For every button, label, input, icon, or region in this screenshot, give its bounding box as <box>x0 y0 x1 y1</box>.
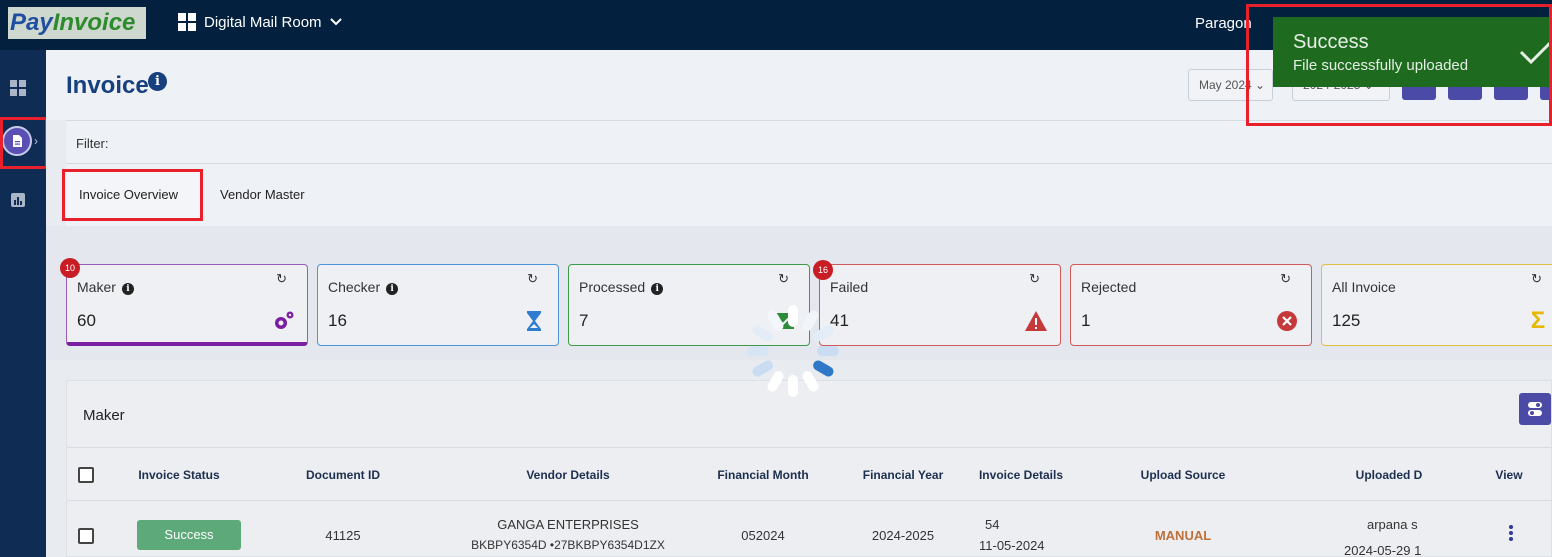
card-value: 16 <box>328 311 347 330</box>
info-icon[interactable]: i <box>121 283 134 295</box>
col-upload-source[interactable]: Upload Source <box>1141 468 1226 482</box>
financial-year: 2024-2025 <box>871 528 935 543</box>
refresh-icon[interactable]: ↻ <box>1029 271 1040 287</box>
status-badge: Success <box>137 520 241 550</box>
vendor-ids: BKBPY6354D •27BKBPY6354D1ZX <box>471 538 665 552</box>
col-financial-month[interactable]: Financial Month <box>717 468 808 482</box>
more-vertical-icon[interactable] <box>1509 525 1513 541</box>
col-invoice-details[interactable]: Invoice Details <box>979 468 1063 482</box>
grid-icon <box>178 13 196 31</box>
table-row: Success 41125 GANGA ENTERPRISES BKBPY635… <box>67 501 1552 557</box>
card-failed[interactable]: Failed ↻ 41 <box>819 264 1061 346</box>
vendor-name: GANGA ENTERPRISES <box>497 517 639 532</box>
card-value: 1 <box>1081 311 1091 330</box>
gears-icon <box>275 311 294 329</box>
card-value: 7 <box>579 311 589 330</box>
upload-source: MANUAL <box>1154 528 1212 543</box>
card-all-invoice[interactable]: All Invoice ↻ 125 Σ <box>1321 264 1552 346</box>
card-value: 60 <box>77 311 96 330</box>
card-value: 125 <box>1332 311 1361 330</box>
tab-bar: Invoice Overview Vendor Master <box>66 164 1552 226</box>
invoice-number: 54 <box>985 517 1000 532</box>
column-toggle-button[interactable] <box>1519 393 1551 425</box>
refresh-icon[interactable]: ↻ <box>527 271 538 287</box>
col-view[interactable]: View <box>1495 468 1522 482</box>
tab-vendor-master[interactable]: Vendor Master <box>220 187 305 202</box>
module-switcher[interactable]: Digital Mail Room <box>178 13 342 31</box>
info-icon[interactable]: i <box>651 283 664 295</box>
col-invoice-status[interactable]: Invoice Status <box>138 468 219 482</box>
page-title: Invoice <box>66 72 149 99</box>
highlight-invoice-overview-tab <box>62 169 203 221</box>
col-uploaded-date[interactable]: Uploaded D <box>1356 468 1423 482</box>
maker-table-card: Maker Invoice Status Document ID Vendor … <box>66 380 1552 557</box>
table-header: Invoice Status Document ID Vendor Detail… <box>67 447 1552 501</box>
financial-month: 052024 <box>741 528 785 543</box>
card-checker[interactable]: Checker i ↻ 16 <box>317 264 559 346</box>
sigma-icon: Σ <box>1530 307 1546 334</box>
toggle-icon <box>1528 402 1542 416</box>
uploaded-date: 2024-05-29 1 <box>1344 543 1422 557</box>
payinvoice-logo[interactable]: Pay Invoice <box>8 7 146 39</box>
refresh-icon[interactable]: ↻ <box>1280 271 1291 287</box>
card-maker[interactable]: Maker i ↻ 60 <box>66 264 308 346</box>
select-all-checkbox[interactable] <box>78 467 94 483</box>
refresh-icon[interactable]: ↻ <box>1531 271 1542 287</box>
failed-count-badge: 16 <box>813 260 833 280</box>
card-rejected[interactable]: Rejected ↻ 1 <box>1070 264 1312 346</box>
maker-count-badge: 10 <box>60 258 80 278</box>
refresh-icon[interactable]: ↻ <box>778 271 789 287</box>
row-checkbox[interactable] <box>78 528 94 544</box>
chevron-down-icon <box>329 18 342 26</box>
filter-bar: Filter: <box>66 120 1552 164</box>
uploaded-by: arpana s <box>1367 517 1418 532</box>
module-label: Digital Mail Room <box>204 13 322 31</box>
dashboard-icon[interactable] <box>10 80 26 96</box>
invoice-date: 11-05-2024 <box>979 538 1045 553</box>
table-title: Maker <box>83 407 125 424</box>
document-id: 41125 <box>325 528 361 543</box>
loading-spinner-icon <box>747 305 839 397</box>
info-icon[interactable]: i <box>148 72 167 91</box>
col-financial-year[interactable]: Financial Year <box>863 468 944 482</box>
col-vendor-details[interactable]: Vendor Details <box>526 468 609 482</box>
col-document-id[interactable]: Document ID <box>306 468 380 482</box>
info-icon[interactable]: i <box>386 283 399 295</box>
highlight-sidebar-document <box>0 117 48 169</box>
refresh-icon[interactable]: ↻ <box>276 271 287 287</box>
close-circle-icon <box>1277 311 1297 331</box>
filter-label: Filter: <box>76 136 109 151</box>
highlight-toast <box>1246 4 1552 126</box>
warning-icon <box>1025 311 1047 331</box>
user-name[interactable]: Paragon <box>1195 15 1252 32</box>
hourglass-icon <box>527 311 541 331</box>
report-icon[interactable] <box>10 192 26 208</box>
